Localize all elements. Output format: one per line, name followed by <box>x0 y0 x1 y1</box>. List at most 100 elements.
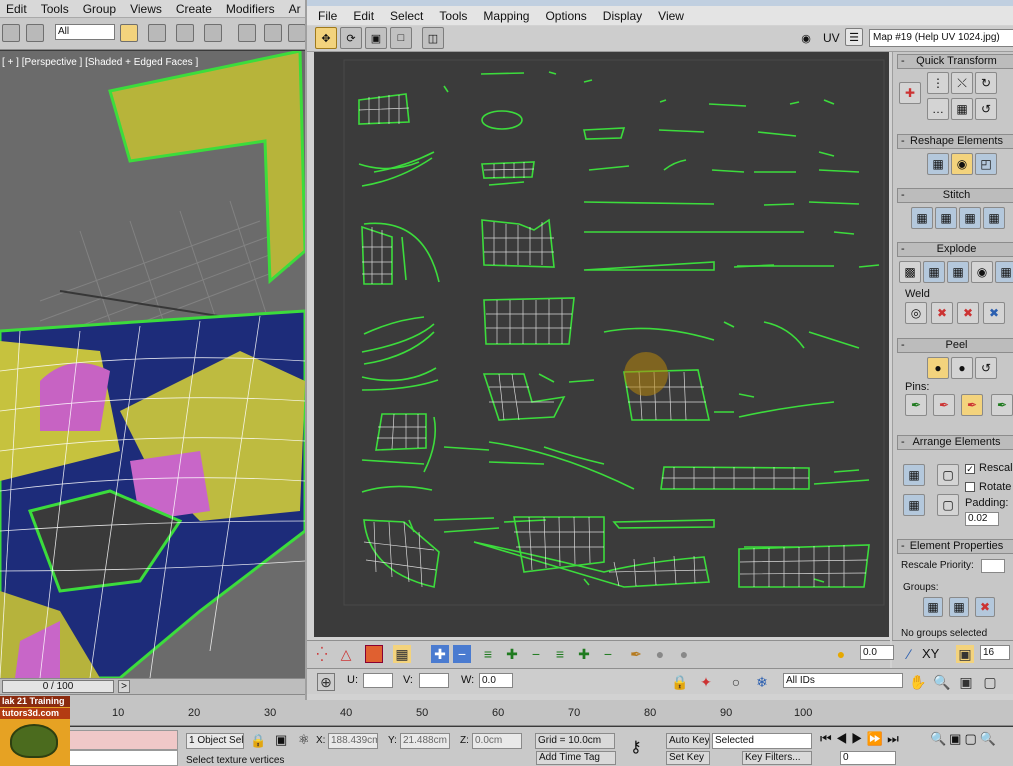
viewport-nav-controls[interactable]: 🔍▣▢🔍 <box>930 731 999 747</box>
hide-icon[interactable]: ✦ <box>697 673 715 691</box>
menu-animation[interactable]: Ar <box>289 2 301 16</box>
menu-views[interactable]: Views <box>130 2 162 16</box>
selection-filter-select[interactable]: All <box>55 24 115 40</box>
stitch-target-icon[interactable]: ▦ <box>935 207 957 229</box>
key-filters-button[interactable]: Key Filters... <box>742 751 812 765</box>
viewport-label[interactable]: [ + ] [Perspective ] [Shaded + Edged Fac… <box>2 57 198 68</box>
menu-modifiers[interactable]: Modifiers <box>226 2 275 16</box>
space-icon[interactable]: ▦ <box>951 98 973 120</box>
select-pins-icon[interactable]: ✒ <box>991 394 1013 416</box>
rollout-stitch[interactable]: - Stitch <box>897 188 1013 203</box>
pan-icon[interactable]: ✋ <box>909 673 927 691</box>
align-diagonal-icon[interactable]: ⤬ <box>951 72 973 94</box>
select-group-icon[interactable]: ✖ <box>975 597 995 617</box>
texture-map-select[interactable]: Map #19 (Help UV 1024.jpg) <box>869 29 1013 47</box>
ungroup-icon[interactable]: ▦ <box>949 597 969 617</box>
u-field[interactable] <box>363 673 393 688</box>
menu-tools[interactable]: Tools <box>41 2 69 16</box>
stitch-average-icon[interactable]: ▦ <box>959 207 981 229</box>
perspective-viewport[interactable]: [ + ] [Perspective ] [Shaded + Edged Fac… <box>0 51 305 678</box>
lock-icon[interactable]: 🔒 <box>671 673 689 691</box>
reset-peel-icon[interactable]: ↺ <box>975 357 997 379</box>
move-icon[interactable]: ✥ <box>315 27 337 49</box>
add-time-tag-button[interactable]: Add Time Tag <box>536 751 616 765</box>
select-element-icon[interactable]: ▦ <box>393 645 411 663</box>
paint-size-down-icon[interactable]: ● <box>675 645 693 663</box>
x-coordinate-field[interactable]: 188.439cm <box>328 733 378 749</box>
v-field[interactable] <box>419 673 449 688</box>
select-by-name-icon[interactable] <box>148 24 166 42</box>
align-vertical-icon[interactable]: … <box>927 98 949 120</box>
rotate-90-icon[interactable]: ↻ <box>975 72 997 94</box>
grow-selection-icon[interactable]: ✚ <box>431 645 449 663</box>
scale-icon[interactable]: ▣ <box>365 27 387 49</box>
rollout-arrange-elements[interactable]: - Arrange Elements <box>897 435 1013 450</box>
lock-selection-icon[interactable]: 🔒 <box>250 733 266 749</box>
menu-edit[interactable]: Edit <box>6 2 27 16</box>
move-icon[interactable] <box>238 24 256 42</box>
rect-selection-icon[interactable] <box>176 24 194 42</box>
break-icon[interactable]: ▩ <box>899 261 921 283</box>
y-coordinate-field[interactable]: 21.488cm <box>400 733 450 749</box>
rotate-icon[interactable]: ⟳ <box>340 27 362 49</box>
rollout-peel[interactable]: - Peel <box>897 338 1013 353</box>
limit-icon[interactable]: ▣ <box>956 645 974 663</box>
key-icon[interactable]: ⚷ <box>630 737 642 757</box>
weld-threshold-icon[interactable]: ✖ <box>983 302 1005 324</box>
ring-icon[interactable]: ≡ <box>551 645 569 663</box>
absolute-offset-icon[interactable]: ⊕ <box>317 673 335 691</box>
soft-select-icon[interactable]: ● <box>832 645 850 663</box>
zoom-region-icon[interactable]: ▣ <box>957 673 975 691</box>
stitch-source-icon[interactable]: ▦ <box>911 207 933 229</box>
unpin-selected-icon[interactable]: ✒ <box>933 394 955 416</box>
paint-size-up-icon[interactable]: ● <box>651 645 669 663</box>
set-key-button[interactable]: Set Key <box>666 751 710 765</box>
set-pivot-icon[interactable]: ✚ <box>899 82 921 104</box>
menu-group[interactable]: Group <box>83 2 116 16</box>
auto-key-button[interactable]: Auto Key <box>666 733 710 749</box>
w-field[interactable]: 0.0 <box>479 673 513 688</box>
soft-select-spinner[interactable]: 0.0 <box>860 645 894 660</box>
flatten-by-id-icon[interactable]: ▦ <box>923 261 945 283</box>
rescale-checkbox[interactable]: ✓ <box>965 464 975 474</box>
select-polygon-icon[interactable] <box>365 645 383 663</box>
uvw-menu-mapping[interactable]: Mapping <box>483 9 529 23</box>
zoom-icon[interactable]: 🔍 <box>933 673 951 691</box>
uvw-menu-display[interactable]: Display <box>603 9 642 23</box>
straighten-icon[interactable]: ▦ <box>927 153 949 175</box>
uv-editor-canvas[interactable] <box>314 52 889 637</box>
auto-pin-icon[interactable]: ✒ <box>961 394 983 416</box>
scale-icon[interactable] <box>288 24 306 42</box>
align-horizontal-icon[interactable]: ⋮ <box>927 72 949 94</box>
grow-ring-icon[interactable]: ✚ <box>575 645 593 663</box>
rotate-icon[interactable] <box>264 24 282 42</box>
axis-xy-label[interactable]: XY <box>922 646 939 661</box>
loop-icon[interactable]: ≡ <box>479 645 497 663</box>
rescale-priority-field[interactable] <box>981 559 1005 573</box>
uvw-menu-select[interactable]: Select <box>390 9 423 23</box>
rollout-quick-transform[interactable]: - Quick Transform <box>897 54 1013 69</box>
flatten-settings-icon[interactable]: ▦ <box>995 261 1013 283</box>
transform-mode-icon[interactable]: ⚛ <box>298 732 310 748</box>
uvw-menu-options[interactable]: Options <box>545 9 586 23</box>
material-ids-select[interactable]: All IDs <box>783 673 903 688</box>
rollout-reshape-elements[interactable]: - Reshape Elements <box>897 134 1013 149</box>
shrink-loop-icon[interactable]: − <box>527 645 545 663</box>
freeform-icon[interactable]: □ <box>390 27 412 49</box>
options-icon[interactable]: ☰ <box>845 28 863 46</box>
rotate-neg-90-icon[interactable]: ↺ <box>975 98 997 120</box>
pack-group-icon[interactable]: ▢ <box>937 494 959 516</box>
paint-select-icon[interactable]: ✒ <box>627 645 645 663</box>
rotate-checkbox[interactable] <box>965 482 975 492</box>
group-selected-icon[interactable]: ▦ <box>923 597 943 617</box>
flatten-by-smoothing-icon[interactable]: ▦ <box>947 261 969 283</box>
time-next-button[interactable]: > <box>118 680 130 693</box>
uv-axis-label[interactable]: UV <box>823 31 840 45</box>
select-by-element-icon[interactable]: ⁛ <box>313 645 331 663</box>
shrink-ring-icon[interactable]: − <box>599 645 617 663</box>
absolute-mode-icon[interactable]: ▣ <box>275 732 287 748</box>
zoom-extents-icon[interactable]: ▢ <box>981 673 999 691</box>
mirror-icon[interactable]: ◫ <box>422 27 444 49</box>
weld-selected-icon[interactable]: ✖ <box>931 302 953 324</box>
uvw-menu-file[interactable]: File <box>318 9 337 23</box>
